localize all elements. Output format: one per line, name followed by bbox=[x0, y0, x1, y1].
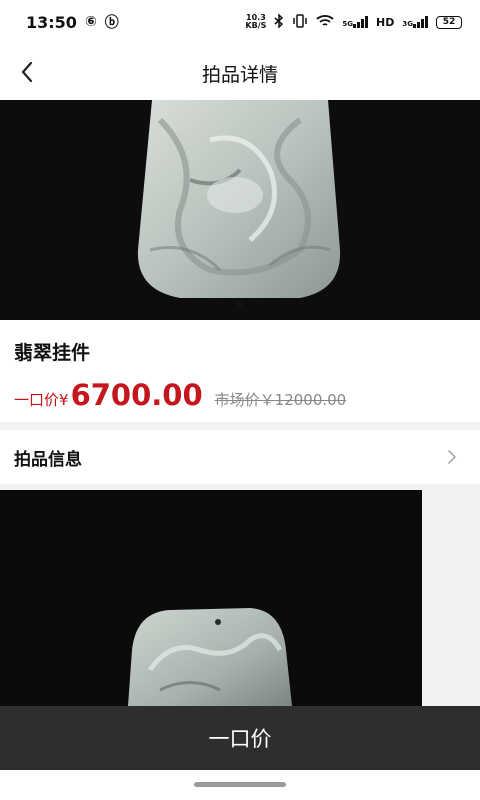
network-speed: 10.3 KB/S bbox=[245, 14, 266, 30]
battery-level: 52 bbox=[442, 17, 456, 27]
signal-bars-icon bbox=[413, 16, 428, 28]
status-bar: 13:50 ⑥ ⓑ 10.3 KB/S 5G HD 3G 52 bbox=[0, 0, 480, 44]
price-row: 一口价 ¥ 6700.00 市场价￥12000.00 bbox=[14, 378, 346, 412]
item-info-row[interactable]: 拍品信息 bbox=[0, 430, 480, 484]
app-notification-icon: ⓑ bbox=[104, 15, 119, 31]
currency-symbol: ¥ bbox=[59, 391, 69, 409]
carousel-indicator bbox=[0, 300, 480, 308]
item-info-label: 拍品信息 bbox=[14, 450, 82, 470]
product-summary: 翡翠挂件 一口价 ¥ 6700.00 市场价￥12000.00 bbox=[0, 320, 480, 422]
gesture-area bbox=[0, 770, 480, 800]
network-speed-unit: KB/S bbox=[245, 21, 267, 30]
page-title: 拍品详情 bbox=[201, 64, 278, 86]
signal-3g-label: 3G bbox=[402, 20, 413, 28]
vibrate-icon bbox=[292, 13, 308, 31]
nav-bar: 拍品详情 bbox=[0, 44, 480, 100]
home-indicator[interactable] bbox=[194, 782, 286, 787]
product-image-carousel[interactable] bbox=[0, 100, 480, 320]
signal-5g-label: 5G bbox=[342, 20, 354, 28]
price-label: 一口价 bbox=[14, 391, 60, 409]
bluetooth-icon bbox=[274, 12, 284, 31]
market-price: 市场价￥12000.00 bbox=[214, 391, 347, 409]
carousel-dot[interactable] bbox=[236, 300, 244, 308]
app-notification-icon: ⑥ bbox=[84, 14, 97, 30]
chevron-right-icon bbox=[444, 447, 460, 467]
price-value: 6700.00 bbox=[70, 378, 203, 412]
battery-icon: 52 bbox=[436, 15, 462, 29]
hd-label: HD bbox=[376, 15, 395, 29]
status-right: 10.3 KB/S 5G HD 3G 52 bbox=[245, 12, 462, 31]
status-time: 13:50 bbox=[26, 12, 77, 32]
jade-pendant-image bbox=[137, 100, 341, 298]
signal-3g: 3G bbox=[402, 16, 428, 28]
buy-now-button[interactable]: 一口价 bbox=[0, 706, 480, 770]
status-left: 13:50 ⑥ ⓑ bbox=[26, 12, 119, 32]
detail-image bbox=[0, 490, 422, 706]
buy-now-label: 一口价 bbox=[208, 727, 272, 751]
detail-image-section bbox=[0, 490, 480, 706]
jade-pendant-detail-image bbox=[128, 608, 292, 706]
signal-5g: 5G bbox=[342, 16, 369, 28]
signal-bars-icon bbox=[353, 16, 369, 28]
wifi-icon bbox=[316, 14, 335, 31]
product-name: 翡翠挂件 bbox=[14, 342, 91, 364]
